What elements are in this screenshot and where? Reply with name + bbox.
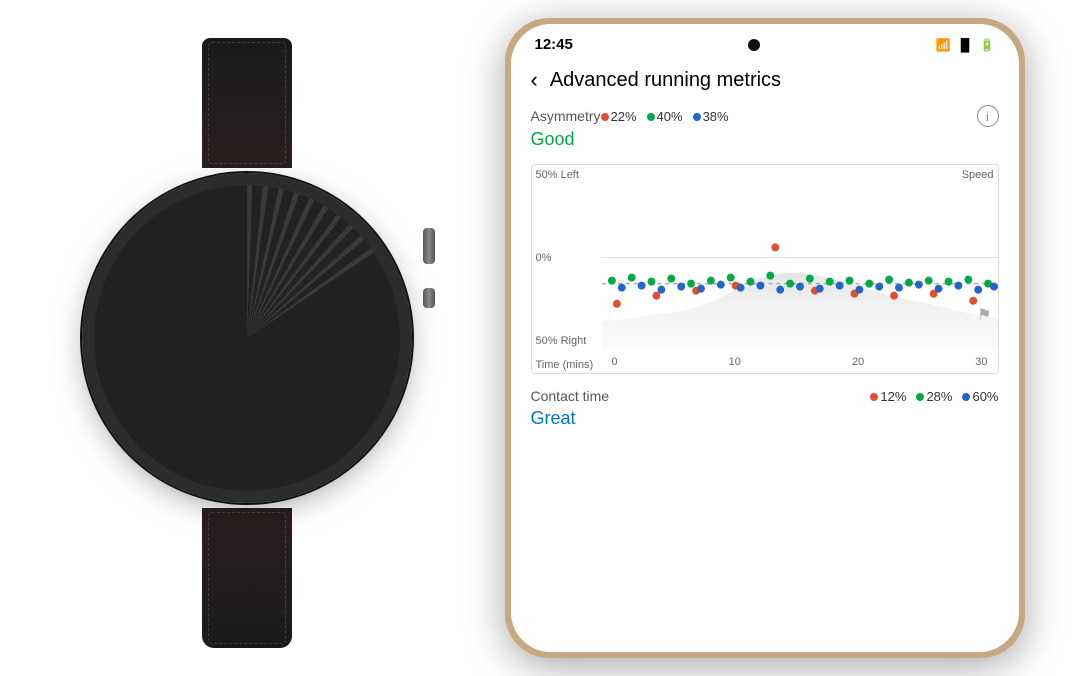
info-icon[interactable]: i (977, 105, 999, 127)
contact-time-value: Great (531, 408, 999, 429)
camera-icon (748, 39, 760, 51)
location-icon: 📍 (210, 269, 222, 280)
battery-icon: 🔋 (980, 38, 995, 52)
nav-header: ‹ Advanced running metrics (511, 59, 1019, 105)
watch-strap-top (202, 38, 292, 168)
chart-x-labels: 0 10 20 30 (602, 351, 998, 373)
asymmetry-section: Asymmetry 22% 40% 38% i Good (531, 105, 999, 150)
signal-icon: ▐▌ (957, 38, 974, 52)
asymmetry-chart: 50% Left 0% 50% Right (531, 164, 999, 374)
dot3-shape (693, 113, 701, 121)
wifi-icon: 📶 (936, 38, 951, 52)
chart-y-labels: 50% Left 0% 50% Right (532, 165, 602, 351)
watch-bar-left-label: Left (206, 372, 223, 383)
asymmetry-value: Good (531, 129, 999, 150)
y-label-mid: 0% (532, 252, 602, 264)
watch-screen: 📍 12:45 PM Asymmetry Left Right (147, 238, 347, 438)
watch-body: 📍 12:45 PM Asymmetry Left Right (97, 188, 397, 488)
dot1: 22% (601, 109, 637, 124)
x-label-0: 0 (612, 356, 618, 368)
x-label-20: 20 (852, 356, 864, 368)
x-label-10: 10 (729, 356, 741, 368)
watch-bar-left-shape (196, 316, 232, 368)
ct-dot3-shape (962, 393, 970, 401)
y-label-top: 50% Left (532, 169, 602, 181)
dot2: 40% (647, 109, 683, 124)
speed-label: Speed (962, 169, 994, 181)
dot1-shape (601, 113, 609, 121)
watch-status: Good (227, 393, 266, 410)
watch-outer: 📍 12:45 PM Asymmetry Left Right (77, 148, 417, 528)
watch-side: 📍 12:45 PM Asymmetry Left Right (32, 18, 462, 658)
ct-dot2-shape (916, 393, 924, 401)
page-title: Advanced running metrics (550, 69, 781, 92)
ct-dot2: 28% (916, 389, 952, 404)
watch-bar-right-label: Right (267, 372, 290, 383)
ct-dot1: 12% (870, 389, 906, 404)
contact-time-dots: 12% 28% 60% (870, 389, 998, 404)
watch-bar-right-shape (261, 316, 297, 368)
watch-time: 12:45 PM (227, 267, 283, 282)
y-label-bot: 50% Right (532, 335, 602, 347)
back-button[interactable]: ‹ (531, 67, 538, 93)
watch-bar-divider (246, 324, 247, 374)
chart-drawing-area: Speed ⚑ (602, 165, 998, 351)
chart-svg (602, 165, 998, 351)
watch-bar-right: Right (261, 316, 297, 383)
watch-crown-top (423, 228, 435, 264)
flag-icon: ⚑ (977, 305, 991, 325)
contact-time-header: Contact time 12% 28% 60% (531, 388, 999, 404)
asymmetry-header: Asymmetry 22% 40% 38% i (531, 105, 999, 127)
contact-time-label: Contact time (531, 388, 610, 404)
dot2-shape (647, 113, 655, 121)
status-bar: 12:45 📶 ▐▌ 🔋 (511, 24, 1019, 59)
status-time: 12:45 (535, 36, 573, 53)
watch-metric-title: Asymmetry (207, 286, 287, 304)
asymmetry-dots: 22% 40% 38% (601, 109, 729, 124)
watch-time-row: 📍 12:45 PM (210, 267, 282, 282)
watch-bar-left: Left (196, 316, 232, 383)
watch-strap-bottom (202, 508, 292, 648)
contact-time-section: Contact time 12% 28% 60% Great (531, 388, 999, 439)
ct-dot3: 60% (962, 389, 998, 404)
phone-content: Asymmetry 22% 40% 38% i Good (511, 105, 1019, 652)
main-container: 📍 12:45 PM Asymmetry Left Right (0, 0, 1076, 676)
status-icons: 📶 ▐▌ 🔋 (936, 38, 995, 52)
ct-dot1-shape (870, 393, 878, 401)
watch-crown-bottom (423, 288, 435, 308)
dot3: 38% (693, 109, 729, 124)
chart-time-label: Time (mins) (536, 359, 594, 371)
asymmetry-label: Asymmetry (531, 108, 601, 124)
x-label-30: 30 (975, 356, 987, 368)
phone-side: 12:45 📶 ▐▌ 🔋 ‹ Advanced running metrics (485, 18, 1045, 658)
watch-bars: Left Right (196, 316, 297, 383)
phone-inner: 12:45 📶 ▐▌ 🔋 ‹ Advanced running metrics (511, 24, 1019, 652)
phone-frame: 12:45 📶 ▐▌ 🔋 ‹ Advanced running metrics (505, 18, 1025, 658)
